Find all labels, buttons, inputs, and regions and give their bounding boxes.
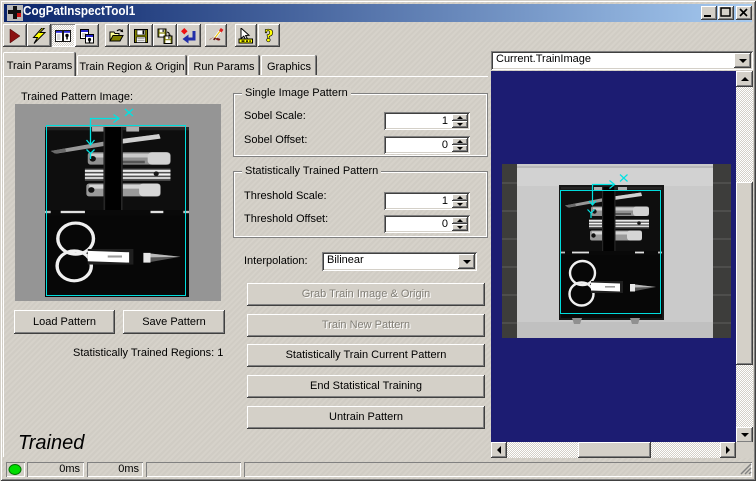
svg-text:?: ? bbox=[265, 28, 274, 44]
